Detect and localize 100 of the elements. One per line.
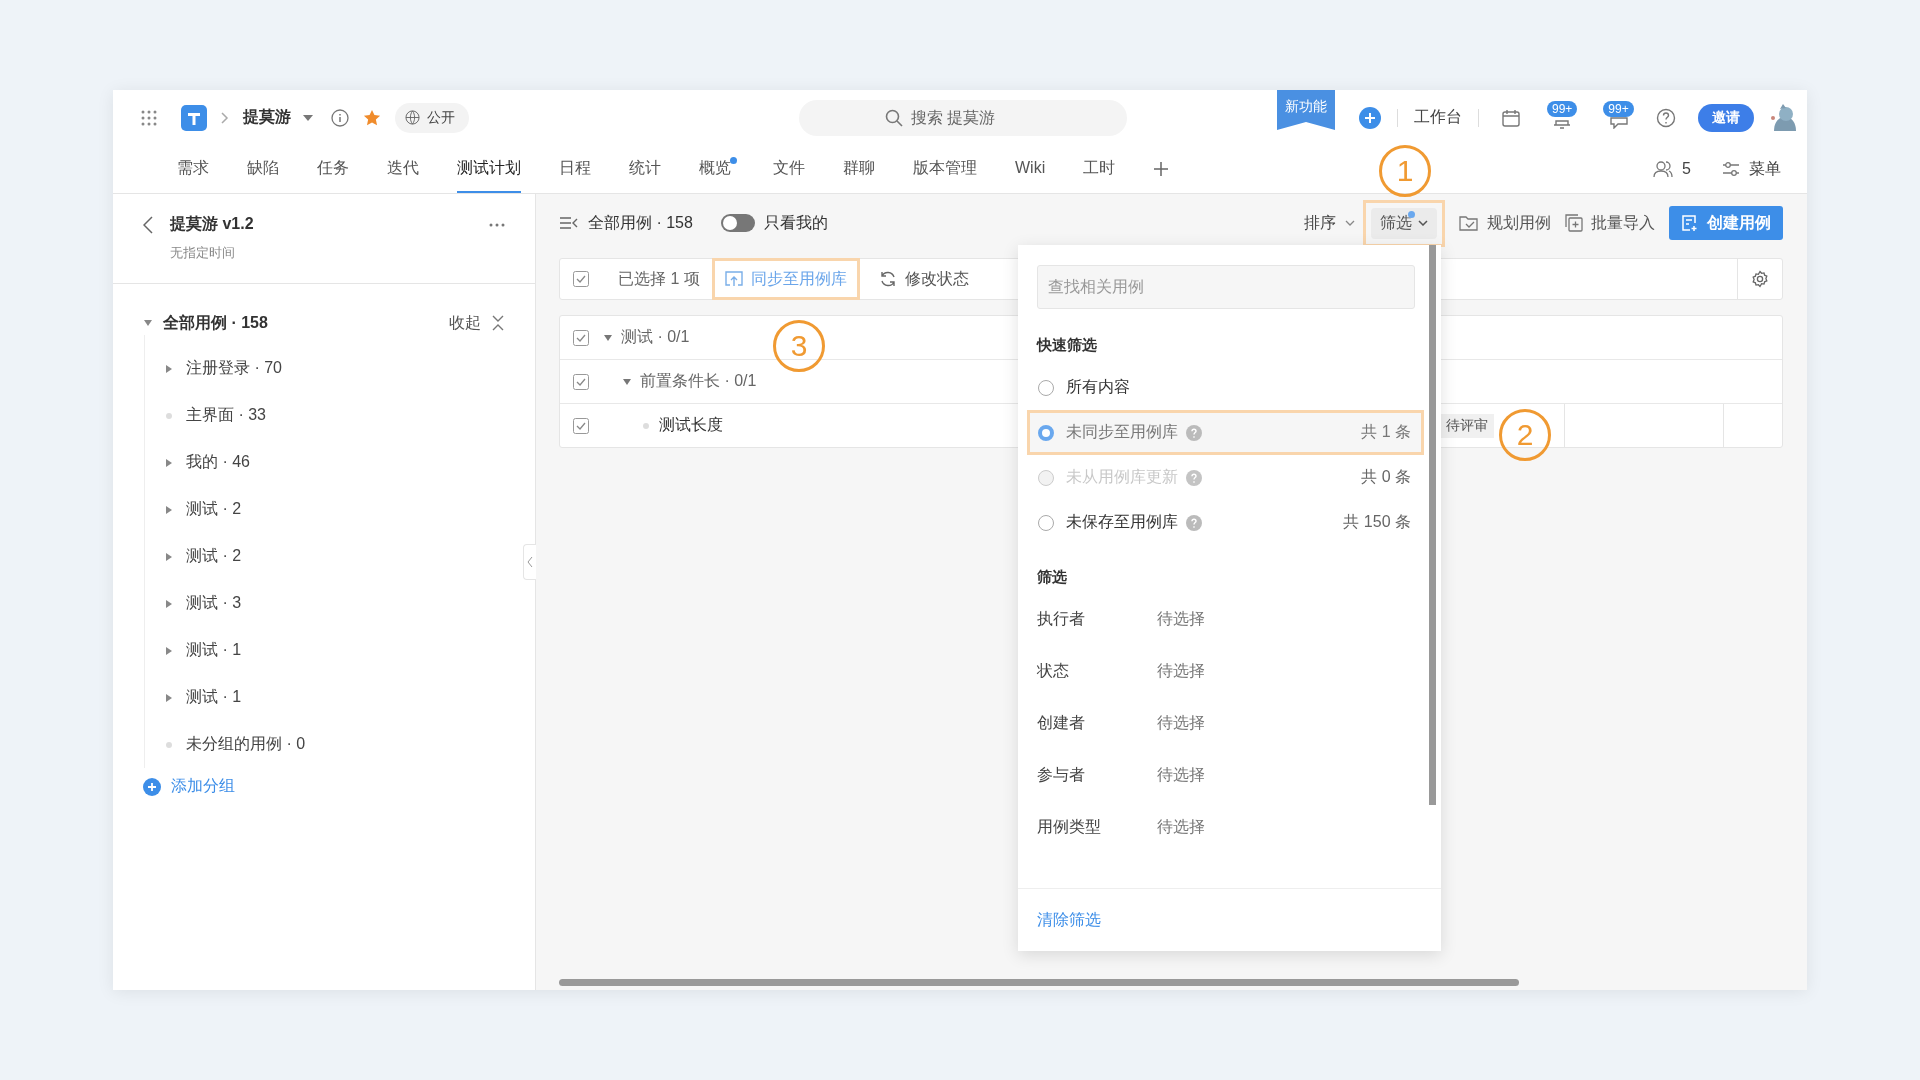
nav-tab[interactable]: 群聊	[843, 145, 875, 193]
tree-item[interactable]: 测试 · 2	[186, 546, 242, 567]
workbench-link[interactable]: 工作台	[1414, 107, 1462, 128]
info-icon[interactable]	[331, 108, 349, 127]
add-tab-icon[interactable]	[1153, 161, 1170, 177]
chat-icon[interactable]	[1608, 116, 1629, 129]
calendar-icon[interactable]	[1501, 107, 1521, 128]
nav-tab[interactable]: 版本管理	[913, 145, 977, 193]
help-icon[interactable]	[1186, 424, 1202, 441]
tree-item[interactable]: 注册登录 · 70	[186, 358, 282, 379]
step-marker: 1	[1379, 145, 1431, 197]
tree-item[interactable]: 未分组的用例 · 0	[186, 734, 306, 755]
scrollbar[interactable]	[1429, 245, 1436, 805]
table-cell-text: 测试长度	[659, 415, 723, 435]
nav-tab[interactable]: 概览	[699, 145, 735, 193]
nav-tab[interactable]: 统计	[629, 145, 661, 193]
toggle-switch[interactable]	[720, 214, 755, 232]
expand-caret-icon[interactable]	[165, 551, 173, 562]
table-cell-text: 前置条件长 · 0/1	[640, 371, 757, 391]
filter-value[interactable]: 待选择	[1157, 712, 1205, 734]
nav-tab[interactable]: Wiki	[1015, 145, 1046, 193]
expand-caret-icon[interactable]	[622, 377, 632, 386]
radio-button[interactable]	[1038, 379, 1054, 396]
horizontal-scrollbar[interactable]	[559, 979, 1519, 986]
radio-button[interactable]	[1038, 424, 1054, 441]
member-count[interactable]: 5	[1682, 160, 1691, 178]
tree-item[interactable]: 测试 · 1	[186, 687, 242, 708]
expand-caret-icon[interactable]	[143, 319, 153, 327]
nav-tab[interactable]: 日程	[559, 145, 591, 193]
selection-count: 已选择 1 项	[618, 268, 700, 289]
checkbox[interactable]	[573, 271, 589, 287]
expand-caret-icon[interactable]	[165, 598, 173, 609]
step-marker: 3	[773, 320, 825, 372]
apps-grid-icon[interactable]	[141, 109, 157, 126]
checkbox[interactable]	[573, 417, 589, 434]
batch-import-button[interactable]: 批量导入	[1565, 212, 1655, 234]
sort-dropdown[interactable]: 排序	[1304, 212, 1355, 234]
filter-label: 用例类型	[1037, 816, 1102, 837]
checkbox[interactable]	[573, 373, 589, 390]
filter-value[interactable]: 待选择	[1157, 764, 1205, 786]
nav-tab[interactable]: 测试计划	[457, 145, 521, 193]
expand-caret-icon[interactable]	[165, 457, 173, 468]
menu-link[interactable]: 菜单	[1749, 158, 1781, 180]
collapse-icon[interactable]	[491, 315, 505, 331]
help-icon[interactable]	[1186, 514, 1202, 531]
caret-down-icon[interactable]	[303, 114, 313, 121]
tree-item[interactable]: 测试 · 1	[186, 640, 242, 661]
expand-caret-icon[interactable]	[165, 504, 173, 515]
clear-filter-link[interactable]: 清除筛选	[1037, 909, 1101, 931]
add-group-link[interactable]: 添加分组	[171, 776, 235, 797]
tree-item[interactable]: 测试 · 3	[186, 593, 242, 614]
outline-toggle-icon[interactable]	[559, 216, 579, 230]
filter-value[interactable]: 待选择	[1157, 660, 1205, 682]
nav-tab[interactable]: 工时	[1083, 145, 1116, 193]
nav-tab[interactable]: 任务	[317, 145, 349, 193]
star-icon[interactable]	[363, 108, 381, 127]
quick-filter-option[interactable]: 所有内容	[1027, 365, 1424, 410]
bulk-action-button[interactable]: 修改状态	[865, 258, 982, 300]
project-name[interactable]: 提莫游	[243, 107, 291, 128]
expand-caret-icon[interactable]	[603, 333, 613, 342]
quick-filter-option[interactable]: 未同步至用例库 共 1 条	[1027, 410, 1424, 455]
bullet-icon	[641, 421, 651, 430]
back-icon[interactable]	[143, 215, 153, 234]
add-circle-icon[interactable]	[143, 777, 161, 796]
nav-tab[interactable]: 需求	[177, 145, 209, 193]
invite-button[interactable]: 邀请	[1697, 103, 1754, 132]
nav-tab[interactable]: 缺陷	[247, 145, 279, 193]
bullet-icon	[165, 410, 173, 421]
filter-label: 执行者	[1037, 608, 1086, 629]
collapse-link[interactable]: 收起	[449, 312, 481, 334]
tree-root-label[interactable]: 全部用例 · 158	[163, 312, 268, 334]
search-field[interactable]: 搜索 提莫游	[799, 99, 1127, 136]
sliders-icon[interactable]	[1722, 161, 1740, 177]
table-cell-text: 测试 · 0/1	[621, 327, 690, 347]
expand-caret-icon[interactable]	[165, 363, 173, 374]
chevron-down-icon	[1345, 220, 1355, 226]
tree-item[interactable]: 测试 · 2	[186, 499, 242, 520]
expand-caret-icon[interactable]	[165, 645, 173, 656]
checkbox[interactable]	[573, 329, 589, 346]
filter-value[interactable]: 待选择	[1157, 816, 1205, 838]
quick-filter-option[interactable]: 未保存至用例库 共 150 条	[1027, 500, 1424, 545]
help-icon[interactable]	[1655, 107, 1676, 128]
more-icon[interactable]	[489, 222, 505, 227]
plan-cases-button[interactable]: 规划用例	[1459, 212, 1551, 234]
collapse-handle[interactable]	[523, 544, 536, 580]
nav-tab[interactable]: 文件	[773, 145, 805, 193]
tree-item[interactable]: 我的 · 46	[186, 452, 250, 473]
copy-plus-icon	[1565, 214, 1583, 232]
tree-item[interactable]: 主界面 · 33	[186, 405, 266, 426]
visibility-pill[interactable]: 公开	[395, 102, 469, 133]
members-icon[interactable]	[1653, 160, 1674, 178]
filter-value[interactable]: 待选择	[1157, 608, 1205, 630]
only-mine-label[interactable]: 只看我的	[763, 212, 828, 234]
nav-tab[interactable]: 迭代	[387, 145, 419, 193]
app-logo-icon[interactable]	[181, 104, 207, 131]
chevron-left-icon	[527, 556, 533, 568]
add-icon[interactable]	[1359, 106, 1381, 129]
search-field[interactable]: 查找相关用例	[1037, 265, 1415, 309]
radio-button[interactable]	[1038, 514, 1054, 531]
expand-caret-icon[interactable]	[165, 692, 173, 703]
